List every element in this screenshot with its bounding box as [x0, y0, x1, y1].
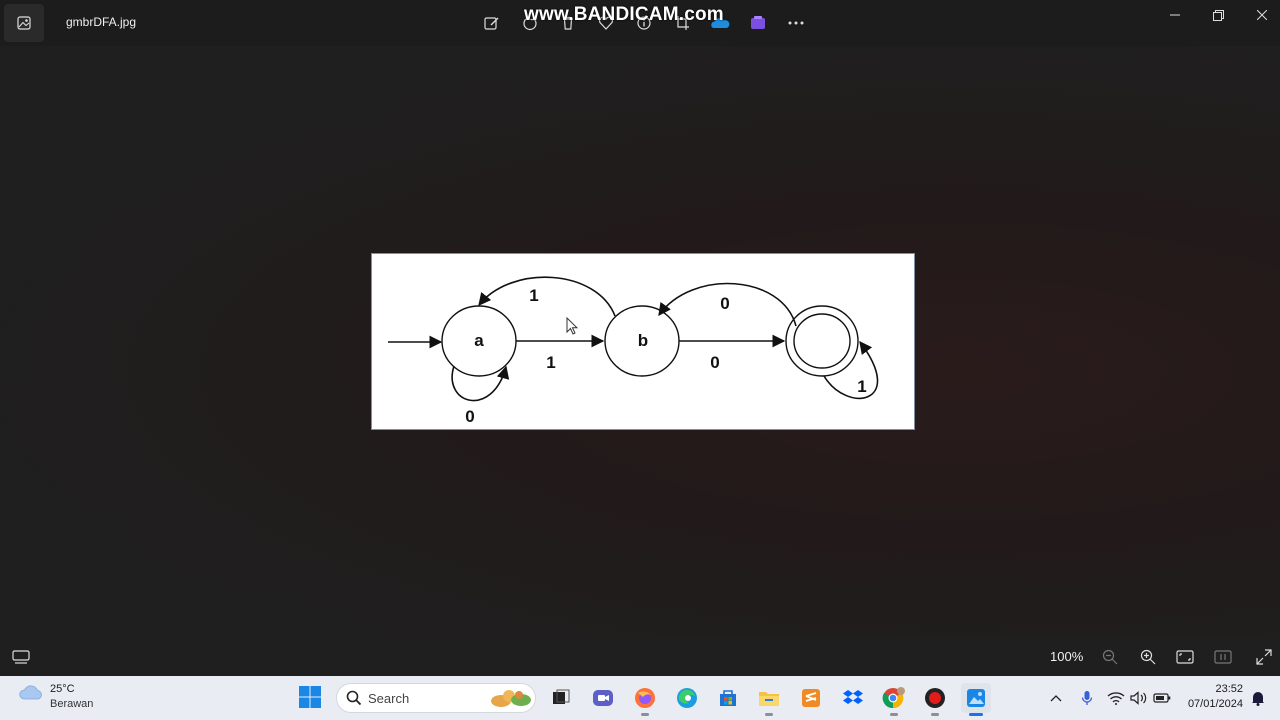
- edge-final-b-label: 0: [720, 294, 729, 313]
- clipchamp-icon[interactable]: [744, 10, 772, 36]
- volume-icon[interactable]: [1129, 688, 1149, 708]
- cloud-icon: [19, 685, 42, 700]
- dfa-diagram: a b 1 1 0 0 0 1: [388, 276, 879, 426]
- edge-b-final-label: 0: [710, 353, 719, 372]
- notification-bell-icon[interactable]: [1248, 688, 1268, 708]
- edge-b-a-label: 1: [529, 286, 538, 305]
- microphone-icon[interactable]: [1077, 688, 1097, 708]
- filmstrip-icon[interactable]: [10, 647, 32, 667]
- search-highlight-icon: [491, 690, 531, 707]
- teams-meet-app[interactable]: [588, 683, 618, 713]
- file-explorer-app[interactable]: [754, 683, 784, 716]
- edge-b-a: [478, 276, 616, 317]
- state-a-label: a: [474, 331, 484, 350]
- weather-condition: Berawan: [50, 698, 94, 710]
- zoom-out-icon[interactable]: [1099, 647, 1121, 667]
- firefox-app[interactable]: [630, 683, 660, 716]
- clock-time: 23:52: [1215, 683, 1243, 695]
- fullscreen-icon[interactable]: [1253, 647, 1275, 667]
- viewer-bottom-bar: 100%: [0, 638, 1280, 676]
- state-final-inner: [793, 313, 851, 369]
- actual-size-icon[interactable]: [1212, 647, 1234, 667]
- search-icon: [346, 690, 362, 706]
- more-icon[interactable]: [782, 10, 810, 36]
- wifi-icon[interactable]: [1106, 688, 1126, 708]
- battery-icon[interactable]: [1152, 688, 1172, 708]
- clock-date: 07/01/2024: [1187, 698, 1243, 710]
- photos-app[interactable]: [961, 683, 991, 716]
- taskbar: 25°C Berawan Search 23:52 07/01/2024: [0, 676, 1280, 720]
- edge-final-final-label: 1: [857, 377, 866, 396]
- title-bar: gmbrDFA.jpg www.BANDICAM.com: [0, 0, 1280, 46]
- minimize-button[interactable]: [1153, 4, 1197, 26]
- microsoft-store-app[interactable]: [713, 683, 743, 713]
- chrome-app[interactable]: [879, 683, 909, 716]
- weather-widget[interactable]: 25°C Berawan: [18, 682, 93, 712]
- zoom-level[interactable]: 100%: [1050, 649, 1083, 664]
- dropbox-app[interactable]: [838, 683, 868, 713]
- zoom-in-icon[interactable]: [1137, 647, 1159, 667]
- weather-temp: 25°C: [50, 683, 75, 695]
- close-button[interactable]: [1240, 4, 1280, 26]
- chevron-up-icon[interactable]: [1046, 688, 1066, 708]
- sublime-text-app[interactable]: [796, 683, 826, 713]
- edge-app[interactable]: [672, 683, 702, 713]
- search-label: Search: [368, 690, 410, 706]
- bandicam-watermark: www.BANDICAM.com: [524, 4, 724, 25]
- restore-button[interactable]: [1196, 4, 1240, 26]
- edge-a-b-label: 1: [546, 353, 555, 372]
- taskbar-search[interactable]: Search: [336, 683, 536, 713]
- bandicam-app[interactable]: [920, 683, 950, 716]
- edit-image-icon[interactable]: [478, 10, 506, 36]
- edge-a-a-label: 0: [465, 407, 474, 426]
- file-name: gmbrDFA.jpg: [66, 15, 137, 29]
- task-view-app[interactable]: [546, 683, 576, 713]
- taskbar-clock[interactable]: 23:52 07/01/2024: [1185, 682, 1243, 712]
- windows-logo-icon: [299, 686, 321, 708]
- photos-app-icon[interactable]: [4, 4, 44, 42]
- fit-to-window-icon[interactable]: [1174, 647, 1196, 667]
- mouse-cursor-icon: [566, 317, 578, 335]
- state-b-label: b: [638, 331, 648, 350]
- dfa-image: a b 1 1 0 0 0 1: [371, 253, 915, 430]
- start-button[interactable]: [298, 685, 324, 711]
